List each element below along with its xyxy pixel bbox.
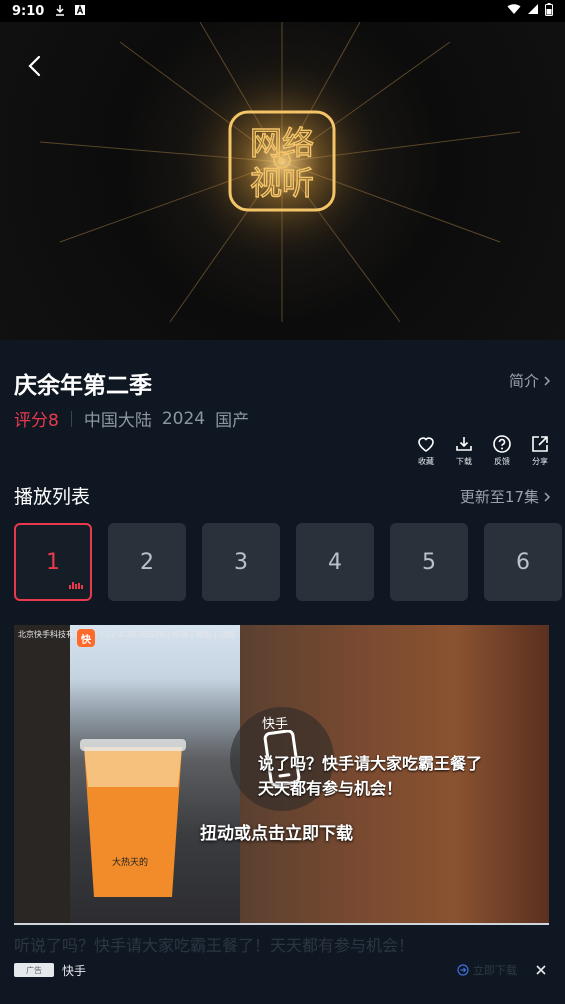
status-time: 9:10 xyxy=(12,3,45,19)
share-icon xyxy=(532,436,548,452)
episode-number: 1 xyxy=(46,549,60,575)
download-notification-icon xyxy=(54,4,66,19)
status-bar: 9:10 xyxy=(0,0,565,22)
chevron-right-icon xyxy=(544,491,551,502)
drink-cup-image: 大热天的 xyxy=(80,739,186,897)
action-bar: 收藏 下载 反馈 分享 xyxy=(415,434,551,467)
region-label: 中国大陆 xyxy=(83,411,152,431)
episode-number: 3 xyxy=(234,549,248,575)
episode-button-1[interactable]: 1 xyxy=(14,523,92,601)
ad-source-text: 北京快手科技有限公司 | 12.4.30.36528 | 权限 | 隐私 | 功… xyxy=(18,630,236,639)
origin-label: 国产 xyxy=(215,411,250,431)
episode-button-3[interactable]: 3 xyxy=(202,523,280,601)
chevron-right-icon xyxy=(544,375,551,386)
update-label: 更新至17集 xyxy=(459,488,539,506)
episode-number: 5 xyxy=(422,549,436,575)
ad-brand-name: 快手 xyxy=(62,963,87,978)
meta-divider xyxy=(70,410,72,427)
heart-icon xyxy=(418,437,434,452)
share-button[interactable]: 分享 xyxy=(529,434,551,467)
ad-video[interactable]: 大热天的 北京快手科技有限公司 | 12.4.30.36528 | 权限 | 隐… xyxy=(14,625,549,925)
ad-bg-left xyxy=(14,625,70,925)
ad-badge: 广告 xyxy=(14,963,54,977)
ad-download-label: 立即下载 xyxy=(473,964,517,977)
download-button[interactable]: 下载 xyxy=(453,434,475,467)
ad-brand-small: 快手 xyxy=(262,717,289,732)
cup-text: 大热天的 xyxy=(112,856,148,867)
logo-text-bottom: 视听 xyxy=(250,164,314,202)
ad-download-button[interactable]: 立即下载 xyxy=(457,962,517,978)
download-icon xyxy=(456,437,472,451)
episode-button-5[interactable]: 5 xyxy=(390,523,468,601)
close-icon xyxy=(536,965,546,975)
feedback-label: 反馈 xyxy=(494,457,510,466)
download-label: 下载 xyxy=(456,457,472,466)
ad-description[interactable]: 听说了吗？快手请大家吃霸王餐了！天天都有参与机会！ xyxy=(14,932,414,956)
feedback-button[interactable]: 反馈 xyxy=(491,434,513,467)
episode-number: 6 xyxy=(516,549,530,575)
year-label: 2024 xyxy=(161,408,206,429)
player-logo-artwork: 网络 视听 xyxy=(39,22,521,323)
wifi-icon xyxy=(507,3,521,19)
favorite-button[interactable]: 收藏 xyxy=(415,434,437,467)
kuaishou-logo-icon: 快 xyxy=(77,629,95,647)
episode-button-2[interactable]: 2 xyxy=(108,523,186,601)
episode-number: 2 xyxy=(140,549,154,575)
a-notification-icon xyxy=(74,4,86,19)
battery-icon xyxy=(545,2,553,20)
ad-footer: 广告 快手 立即下载 xyxy=(14,960,549,980)
show-title: 庆余年第二季 xyxy=(14,373,152,399)
favorite-label: 收藏 xyxy=(418,457,434,466)
share-label: 分享 xyxy=(532,457,548,466)
episode-number: 4 xyxy=(328,549,342,575)
ad-overlay-line-2: 天天都有参与机会！ xyxy=(258,779,403,798)
question-icon xyxy=(493,435,511,453)
episode-update-link[interactable]: 更新至17集 xyxy=(460,486,551,507)
signal-icon xyxy=(527,3,539,19)
ad-close-button[interactable] xyxy=(533,962,549,978)
score-badge: 评分8 xyxy=(14,411,59,431)
chevron-left-icon xyxy=(28,55,41,77)
ad-overlay-line-1: 说了吗？快手请大家吃霸王餐了 xyxy=(258,754,483,773)
episode-list: 1 2 3 4 5 6 xyxy=(14,523,562,601)
ad-progress-bar xyxy=(14,923,549,925)
arrow-circle-icon xyxy=(457,964,469,976)
playing-indicator-icon xyxy=(69,582,83,589)
logo-text-top: 网络 xyxy=(250,124,314,162)
show-meta: 评分8 中国大陆 2024 国产 xyxy=(14,406,259,432)
episode-button-6[interactable]: 6 xyxy=(484,523,562,601)
detail-section: 庆余年第二季 简介 评分8 中国大陆 2024 国产 收藏 下载 反馈 分享 播… xyxy=(0,340,565,1000)
video-player[interactable]: 网络 视听 xyxy=(0,22,565,340)
playlist-title: 播放列表 xyxy=(14,486,91,508)
intro-label: 简介 xyxy=(508,372,539,390)
intro-link[interactable]: 简介 xyxy=(509,370,551,391)
episode-button-4[interactable]: 4 xyxy=(296,523,374,601)
ad-cta-text[interactable]: 扭动或点击立即下载 xyxy=(200,819,353,844)
ad-badge-label: 广告 xyxy=(26,965,42,975)
back-button[interactable] xyxy=(16,48,52,84)
